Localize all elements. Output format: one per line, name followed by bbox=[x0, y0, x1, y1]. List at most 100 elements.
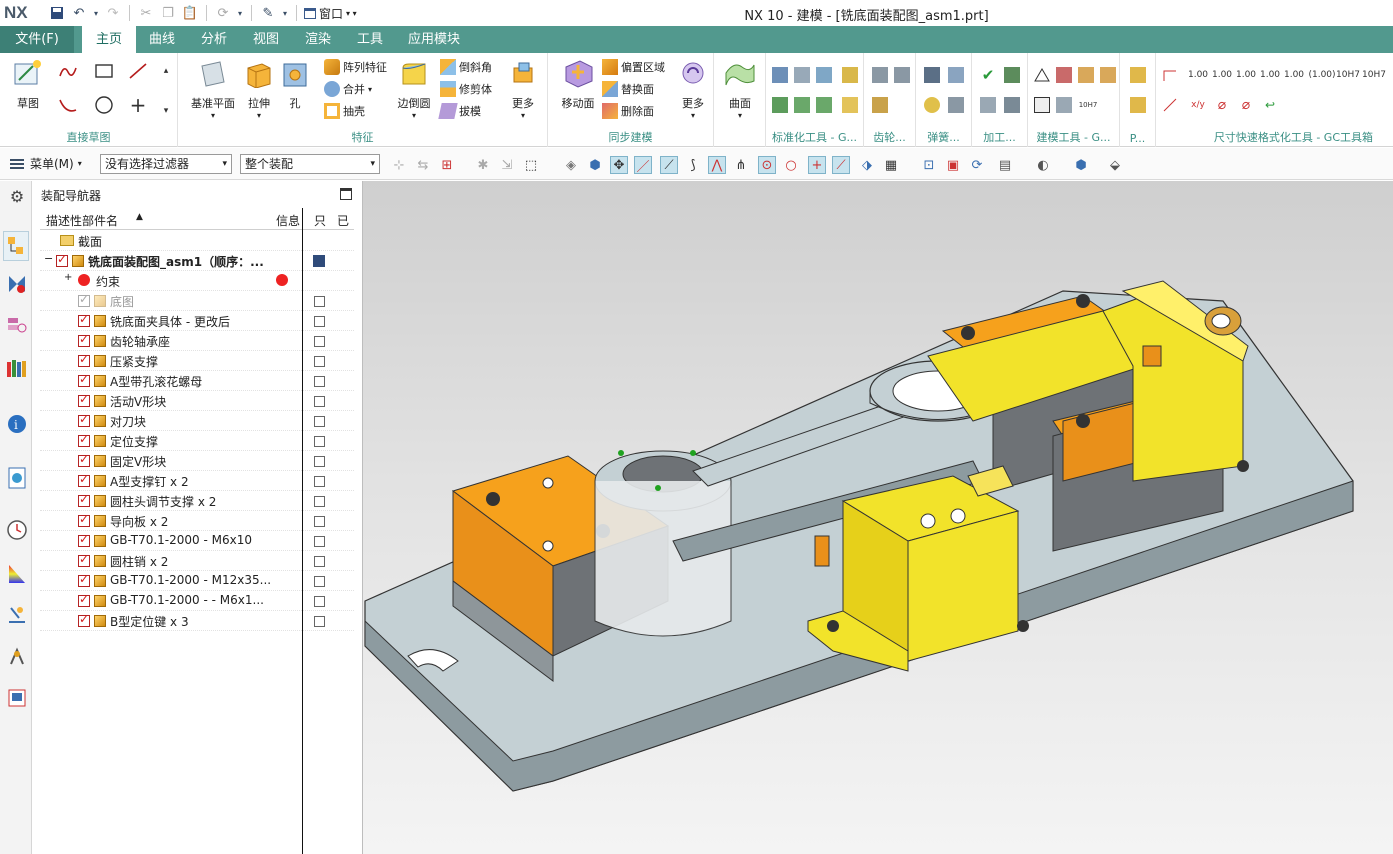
trim-body-button[interactable]: 修剪体 bbox=[440, 81, 492, 97]
readonly-checkbox[interactable] bbox=[314, 516, 325, 527]
move-face-button[interactable]: 移动面 bbox=[556, 57, 600, 111]
dim-value-6[interactable]: (1.00) bbox=[1308, 65, 1335, 85]
sort-ascending-icon[interactable]: ▲ bbox=[136, 212, 143, 222]
snap-intersection-icon[interactable]: ⋔ bbox=[732, 156, 750, 174]
tree-row[interactable]: 固定V形块 bbox=[40, 451, 354, 471]
machining-tool-2-icon[interactable] bbox=[1002, 65, 1022, 85]
col-name-header[interactable]: 描述性部件名 bbox=[46, 212, 118, 229]
extrude-button[interactable]: 拉伸 ▾ bbox=[244, 57, 274, 120]
process-studio-icon[interactable] bbox=[6, 603, 28, 625]
tree-row[interactable]: 齿轮轴承座 bbox=[40, 331, 354, 351]
tree-row[interactable]: 压紧支撑 bbox=[40, 351, 354, 371]
sel-tool-5-icon[interactable]: ⇲ bbox=[498, 156, 516, 174]
tree-row[interactable]: + 约束 bbox=[40, 271, 354, 291]
modeling-tool-6-icon[interactable] bbox=[1054, 95, 1074, 115]
unite-button[interactable]: 合并 ▾ bbox=[324, 81, 372, 97]
col-info-header[interactable]: 信息 bbox=[276, 212, 300, 229]
tree-row[interactable]: GB-T70.1-2000 - - M6x1... bbox=[40, 591, 354, 611]
tree-row[interactable]: 对刀块 bbox=[40, 411, 354, 431]
std-tool-6-icon[interactable] bbox=[792, 95, 812, 115]
visibility-checkbox[interactable] bbox=[78, 372, 90, 387]
tab-analysis[interactable]: 分析 bbox=[192, 26, 236, 53]
collapse-icon[interactable]: − bbox=[44, 252, 53, 265]
surface-button[interactable]: 曲面 ▾ bbox=[722, 57, 758, 120]
snap-midpoint-icon[interactable]: ⋀ bbox=[708, 156, 726, 174]
shell-button[interactable]: 抽壳 bbox=[324, 103, 365, 119]
readonly-checkbox[interactable] bbox=[314, 556, 325, 567]
snap-face-icon[interactable]: ⬗ bbox=[858, 156, 876, 174]
snap-on-curve-icon[interactable]: ⟋ bbox=[832, 156, 850, 174]
dim-tool-4-icon[interactable]: ⌀ bbox=[1212, 95, 1232, 115]
std-tool-7-icon[interactable] bbox=[814, 95, 834, 115]
readonly-checkbox[interactable] bbox=[314, 336, 325, 347]
settings-gear-icon[interactable]: ⚙ bbox=[6, 185, 28, 207]
modeling-tool-5-icon[interactable] bbox=[1032, 95, 1052, 115]
profile-icon[interactable] bbox=[58, 61, 78, 81]
readonly-checkbox[interactable] bbox=[314, 356, 325, 367]
view-tool-2-icon[interactable]: ▣ bbox=[944, 156, 962, 174]
graphics-viewport[interactable] bbox=[363, 181, 1393, 854]
snap-grid-icon[interactable]: ▦ bbox=[882, 156, 900, 174]
dim-value-3[interactable]: 1.00 bbox=[1236, 65, 1256, 85]
visibility-checkbox[interactable] bbox=[78, 332, 90, 347]
dim-value-5[interactable]: 1.00 bbox=[1284, 65, 1304, 85]
hole-button[interactable]: 孔 bbox=[280, 57, 310, 111]
reuse-library-icon[interactable] bbox=[6, 357, 28, 379]
visibility-checkbox[interactable] bbox=[78, 612, 90, 627]
readonly-checkbox[interactable] bbox=[314, 416, 325, 427]
view-orient-icon[interactable]: ⬢ bbox=[1072, 156, 1090, 174]
readonly-checkbox[interactable] bbox=[314, 296, 325, 307]
hd3d-tools-icon[interactable]: i bbox=[6, 413, 28, 435]
constraint-navigator-icon[interactable] bbox=[6, 273, 28, 295]
history-clock-icon[interactable] bbox=[6, 519, 28, 541]
readonly-checkbox[interactable] bbox=[314, 376, 325, 387]
assembly-model-view[interactable] bbox=[363, 181, 1393, 854]
tree-row[interactable]: 截面 bbox=[40, 231, 354, 251]
dim-value-8[interactable]: 10H7 bbox=[1362, 65, 1386, 85]
tab-file[interactable]: 文件(F) bbox=[0, 26, 74, 53]
datum-plane-button[interactable]: 基准平面 ▾ bbox=[186, 57, 240, 120]
spring-tool-2-icon[interactable] bbox=[946, 65, 966, 85]
web-browser-icon[interactable] bbox=[6, 467, 28, 489]
gear-tool-2-icon[interactable] bbox=[892, 65, 912, 85]
std-tool-5-icon[interactable] bbox=[770, 95, 790, 115]
tab-home[interactable]: 主页 bbox=[82, 26, 136, 53]
readonly-checkbox[interactable] bbox=[314, 316, 325, 327]
view-tool-5-icon[interactable]: ⬙ bbox=[1106, 156, 1124, 174]
sketch-gallery-scroll-icon[interactable]: ▴ bbox=[156, 61, 176, 81]
dim-tool-1-icon[interactable] bbox=[1160, 65, 1180, 85]
sel-tool-3-icon[interactable]: ⊞ bbox=[438, 156, 456, 174]
readonly-checkbox[interactable] bbox=[314, 456, 325, 467]
replace-face-button[interactable]: 替换面 bbox=[602, 81, 654, 97]
modeling-tool-3-icon[interactable] bbox=[1076, 65, 1096, 85]
p-tool-1-icon[interactable] bbox=[1128, 65, 1148, 85]
p-tool-2-icon[interactable] bbox=[1128, 95, 1148, 115]
tree-row[interactable]: 底图 bbox=[40, 291, 354, 311]
manufacturing-wizard-icon[interactable] bbox=[6, 645, 28, 667]
tab-tools[interactable]: 工具 bbox=[348, 26, 392, 53]
visibility-checkbox[interactable] bbox=[78, 552, 90, 567]
feature-more-button[interactable]: 更多 ▾ bbox=[506, 57, 540, 120]
col-readonly-header[interactable]: 只 bbox=[314, 212, 326, 229]
rectangle-icon[interactable] bbox=[94, 61, 114, 81]
sel-tool-2-icon[interactable]: ⇆ bbox=[414, 156, 432, 174]
offset-region-button[interactable]: 偏置区域 bbox=[602, 59, 665, 75]
edge-blend-button[interactable]: 边倒圆 ▾ bbox=[394, 57, 434, 120]
menu-button[interactable]: 菜单(M) ▾ bbox=[10, 155, 82, 172]
std-tool-2-icon[interactable] bbox=[792, 65, 812, 85]
visibility-checkbox[interactable] bbox=[78, 352, 90, 367]
visibility-checkbox[interactable] bbox=[78, 292, 90, 307]
dim-tool-2-icon[interactable] bbox=[1160, 95, 1180, 115]
tree-row[interactable]: B型定位键 x 3 bbox=[40, 611, 354, 631]
visibility-checkbox[interactable] bbox=[78, 432, 90, 447]
sketch-button[interactable]: 草图 bbox=[6, 57, 50, 111]
tree-row[interactable]: 定位支撑 bbox=[40, 431, 354, 451]
visibility-checkbox[interactable] bbox=[78, 592, 90, 607]
tab-view[interactable]: 视图 bbox=[244, 26, 288, 53]
dim-tool-5-icon[interactable]: ⌀ bbox=[1236, 95, 1256, 115]
gear-tool-1-icon[interactable] bbox=[870, 65, 890, 85]
spring-tool-4-icon[interactable] bbox=[946, 95, 966, 115]
sel-tool-7-icon[interactable]: ⬢ bbox=[586, 156, 604, 174]
spring-tool-3-icon[interactable] bbox=[922, 95, 942, 115]
dim-value-4[interactable]: 1.00 bbox=[1260, 65, 1280, 85]
